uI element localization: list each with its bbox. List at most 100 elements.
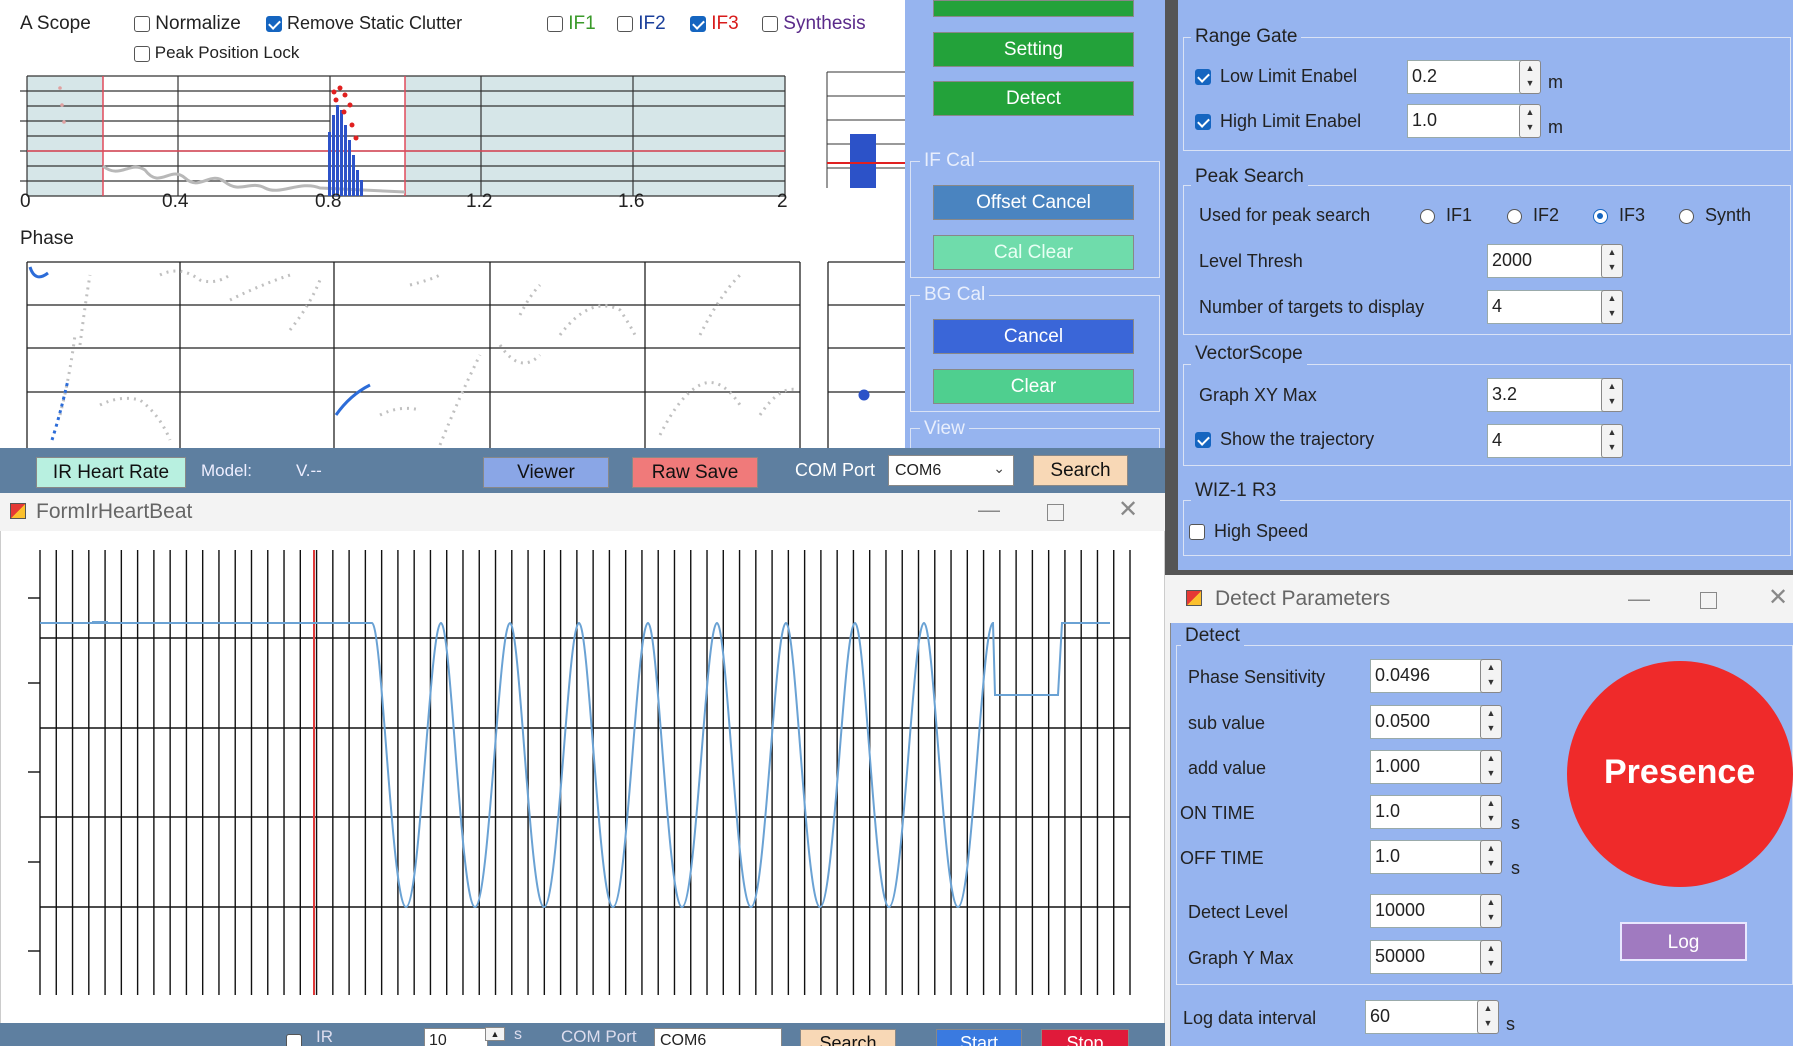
peak-lock-checkbox[interactable]: Peak Position Lock bbox=[134, 43, 299, 63]
heartbeat-vertical-grid bbox=[39, 550, 1131, 995]
detect-field-input[interactable]: 0.0500 bbox=[1370, 705, 1486, 739]
heartbeat-horizontal-grid bbox=[28, 597, 1130, 952]
seconds-spin-up-icon[interactable]: ▲ bbox=[485, 1027, 505, 1041]
targets-spin-icon[interactable]: ▲ ▼ bbox=[1601, 290, 1623, 324]
detect-field-input[interactable]: 1.0 bbox=[1370, 840, 1486, 874]
close-icon[interactable]: ✕ bbox=[1118, 495, 1138, 524]
high-limit-spin-icon[interactable]: ▲ ▼ bbox=[1519, 104, 1541, 138]
high-limit-check-box[interactable] bbox=[1195, 114, 1211, 131]
high-speed-checkbox[interactable]: High Speed bbox=[1189, 521, 1308, 542]
ascope-x-tick-4: 1.6 bbox=[618, 191, 645, 212]
normalize-check-box[interactable] bbox=[134, 15, 150, 32]
low-limit-value: 0.2 bbox=[1412, 66, 1438, 86]
detect-field-spin-icon[interactable]: ▲ ▼ bbox=[1480, 840, 1502, 874]
radio-synth-button[interactable] bbox=[1679, 208, 1694, 224]
maximize-icon[interactable] bbox=[1047, 504, 1064, 521]
detect-field-spin-icon[interactable]: ▲ ▼ bbox=[1480, 940, 1502, 974]
detect-field-input[interactable]: 0.0496 bbox=[1370, 659, 1486, 693]
if1-checkbox[interactable]: IF1 bbox=[547, 13, 596, 35]
detect-field-label: Phase Sensitivity bbox=[1188, 667, 1326, 687]
log-button[interactable]: Log bbox=[1620, 922, 1747, 961]
cancel-button[interactable]: Cancel bbox=[933, 319, 1134, 354]
targets-input[interactable]: 4 bbox=[1487, 290, 1607, 324]
if3-label: IF3 bbox=[711, 13, 739, 34]
if2-check-box[interactable] bbox=[617, 15, 633, 32]
normalize-checkbox[interactable]: Normalize bbox=[134, 13, 241, 35]
log-interval-input[interactable]: 60 bbox=[1365, 1000, 1483, 1034]
ir-heart-rate-button[interactable]: IR Heart Rate bbox=[36, 457, 186, 488]
log-interval-spin-icon[interactable]: ▲ ▼ bbox=[1477, 1000, 1499, 1034]
radio-synth[interactable]: Synth bbox=[1679, 205, 1751, 226]
stop-button[interactable]: Stop bbox=[1041, 1029, 1129, 1046]
high-speed-check-box[interactable] bbox=[1189, 524, 1205, 541]
if1-check-box[interactable] bbox=[547, 15, 563, 32]
detect-field-input[interactable]: 50000 bbox=[1370, 940, 1486, 974]
high-limit-checkbox[interactable]: High Limit Enabel bbox=[1195, 111, 1361, 132]
seconds-input[interactable]: 10 bbox=[424, 1028, 488, 1046]
radio-if2[interactable]: IF2 bbox=[1507, 205, 1559, 226]
low-limit-input[interactable]: 0.2 bbox=[1407, 60, 1525, 94]
graph-xy-max-spin-icon[interactable]: ▲ ▼ bbox=[1601, 378, 1623, 412]
detect-field-spin-icon[interactable]: ▲ ▼ bbox=[1480, 795, 1502, 829]
setting-button[interactable]: Setting bbox=[933, 32, 1134, 67]
remove-clutter-check-box[interactable] bbox=[266, 16, 282, 33]
show-trajectory-check-box[interactable] bbox=[1195, 432, 1211, 449]
high-limit-input[interactable]: 1.0 bbox=[1407, 104, 1525, 138]
start-button[interactable]: Start bbox=[936, 1029, 1022, 1046]
detect-field-label: add value bbox=[1188, 758, 1267, 778]
low-limit-checkbox[interactable]: Low Limit Enabel bbox=[1195, 66, 1357, 87]
if2-checkbox[interactable]: IF2 bbox=[617, 13, 666, 35]
detect-field-input[interactable]: 1.0 bbox=[1370, 795, 1486, 829]
ascope-title: A Scope bbox=[20, 13, 91, 34]
detect-field-value: 10000 bbox=[1375, 900, 1426, 920]
phase-plot bbox=[26, 261, 905, 448]
detect-button[interactable]: Detect bbox=[933, 81, 1134, 116]
level-thresh-input[interactable]: 2000 bbox=[1487, 244, 1607, 278]
graph-xy-max-input[interactable]: 3.2 bbox=[1487, 378, 1607, 412]
detect-field-spin-icon[interactable]: ▲ ▼ bbox=[1480, 894, 1502, 928]
cal-clear-button[interactable]: Cal Clear bbox=[933, 235, 1134, 270]
radio-if3-button[interactable] bbox=[1593, 208, 1608, 224]
top-cut-button[interactable] bbox=[933, 0, 1134, 17]
detect-field-input[interactable]: 10000 bbox=[1370, 894, 1486, 928]
detect-field-input[interactable]: 1.000 bbox=[1370, 750, 1486, 784]
bottom-com-port-select[interactable]: COM6 bbox=[654, 1028, 782, 1046]
peak-lock-check-box[interactable] bbox=[134, 45, 150, 62]
offset-cancel-button[interactable]: Offset Cancel bbox=[933, 185, 1134, 220]
detect-close-icon[interactable]: ✕ bbox=[1768, 583, 1788, 612]
ascope-x-tick-0: 0 bbox=[20, 191, 31, 212]
detect-field-spin-icon[interactable]: ▲ ▼ bbox=[1480, 750, 1502, 784]
synthesis-check-box[interactable] bbox=[762, 15, 778, 32]
bottom-search-button[interactable]: Search bbox=[800, 1029, 896, 1046]
detect-field-value: 50000 bbox=[1375, 946, 1426, 966]
trajectory-spin-icon[interactable]: ▲ ▼ bbox=[1601, 424, 1623, 458]
ir-check-box[interactable] bbox=[286, 1034, 302, 1046]
low-limit-spin-icon[interactable]: ▲ ▼ bbox=[1519, 60, 1541, 94]
radio-if1[interactable]: IF1 bbox=[1420, 205, 1472, 226]
raw-save-button[interactable]: Raw Save bbox=[632, 457, 758, 488]
radio-if2-button[interactable] bbox=[1507, 208, 1522, 224]
if3-check-box[interactable] bbox=[690, 15, 706, 32]
minimize-icon[interactable]: — bbox=[978, 497, 1000, 523]
detect-field-spin-icon[interactable]: ▲ ▼ bbox=[1480, 705, 1502, 739]
view-title: View bbox=[920, 418, 969, 440]
if3-checkbox[interactable]: IF3 bbox=[690, 13, 739, 35]
log-interval-label: Log data interval bbox=[1183, 1008, 1317, 1028]
remove-clutter-checkbox[interactable]: Remove Static Clutter bbox=[266, 13, 462, 34]
detect-minimize-icon[interactable]: — bbox=[1628, 586, 1650, 612]
detect-maximize-icon[interactable] bbox=[1700, 592, 1717, 609]
low-limit-check-box[interactable] bbox=[1195, 69, 1211, 86]
search-button[interactable]: Search bbox=[1033, 455, 1128, 486]
radio-if3-label: IF3 bbox=[1619, 205, 1646, 225]
show-trajectory-checkbox[interactable]: Show the trajectory bbox=[1195, 429, 1374, 450]
viewer-button[interactable]: Viewer bbox=[483, 457, 609, 488]
com-port-select[interactable]: COM6 ⌄ bbox=[888, 455, 1014, 486]
radio-if1-button[interactable] bbox=[1420, 208, 1435, 224]
level-thresh-spin-icon[interactable]: ▲ ▼ bbox=[1601, 244, 1623, 278]
trajectory-input[interactable]: 4 bbox=[1487, 424, 1607, 458]
clear-button[interactable]: Clear bbox=[933, 369, 1134, 404]
detect-field-value: 1.0 bbox=[1375, 801, 1401, 821]
detect-field-spin-icon[interactable]: ▲ ▼ bbox=[1480, 659, 1502, 693]
synthesis-checkbox[interactable]: Synthesis bbox=[762, 13, 866, 35]
radio-if3[interactable]: IF3 bbox=[1593, 205, 1645, 226]
